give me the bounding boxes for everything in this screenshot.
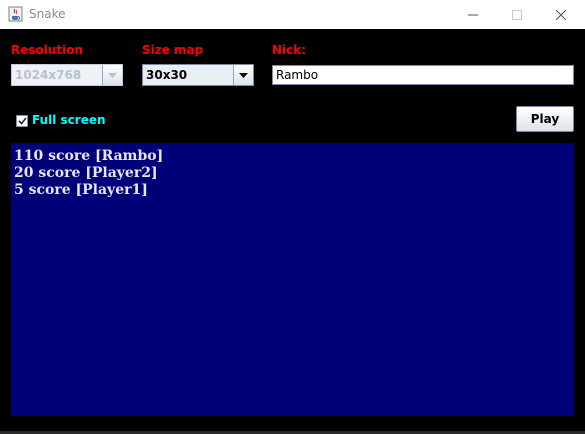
resolution-label: Resolution (11, 43, 84, 57)
score-entry: 20 score [Player2] (14, 165, 158, 181)
maximize-button[interactable] (495, 0, 539, 29)
java-coffee-cup-icon (8, 6, 23, 22)
checkmark-icon (17, 117, 27, 125)
close-button[interactable] (539, 0, 583, 29)
nick-input[interactable] (272, 65, 574, 85)
resolution-select[interactable]: 1024x768 (11, 64, 123, 86)
fullscreen-checkbox[interactable] (16, 115, 28, 127)
dropdown-arrow (233, 65, 253, 85)
fullscreen-label[interactable]: Full screen (32, 113, 106, 127)
nick-label: Nick: (272, 43, 307, 57)
score-list: 110 score [Rambo] 20 score [Player2] 5 sco… (11, 148, 163, 199)
score-list-panel: 110 score [Rambo] 20 score [Player2] 5 sco… (11, 143, 574, 416)
score-entry: 110 score [Rambo] (14, 148, 164, 164)
triangle-down-icon (108, 72, 117, 78)
resolution-select-value: 1024x768 (15, 68, 82, 82)
score-entry: 5 score [Player1] (14, 182, 148, 198)
minimize-button[interactable] (451, 0, 495, 29)
maximize-icon (512, 9, 522, 20)
title-bar: Snake (0, 0, 585, 29)
play-button[interactable]: Play (516, 106, 574, 132)
size-map-label: Size map (142, 43, 204, 57)
minimize-icon (468, 14, 478, 15)
close-icon (556, 9, 566, 20)
size-map-select[interactable]: 30x30 (142, 64, 254, 86)
size-map-select-value: 30x30 (146, 68, 188, 82)
triangle-down-icon (239, 72, 248, 78)
window-title: Snake (29, 7, 66, 21)
dropdown-arrow (102, 65, 122, 85)
main-panel: Resolution Size map Nick: 1024x768 30x30… (0, 29, 585, 434)
